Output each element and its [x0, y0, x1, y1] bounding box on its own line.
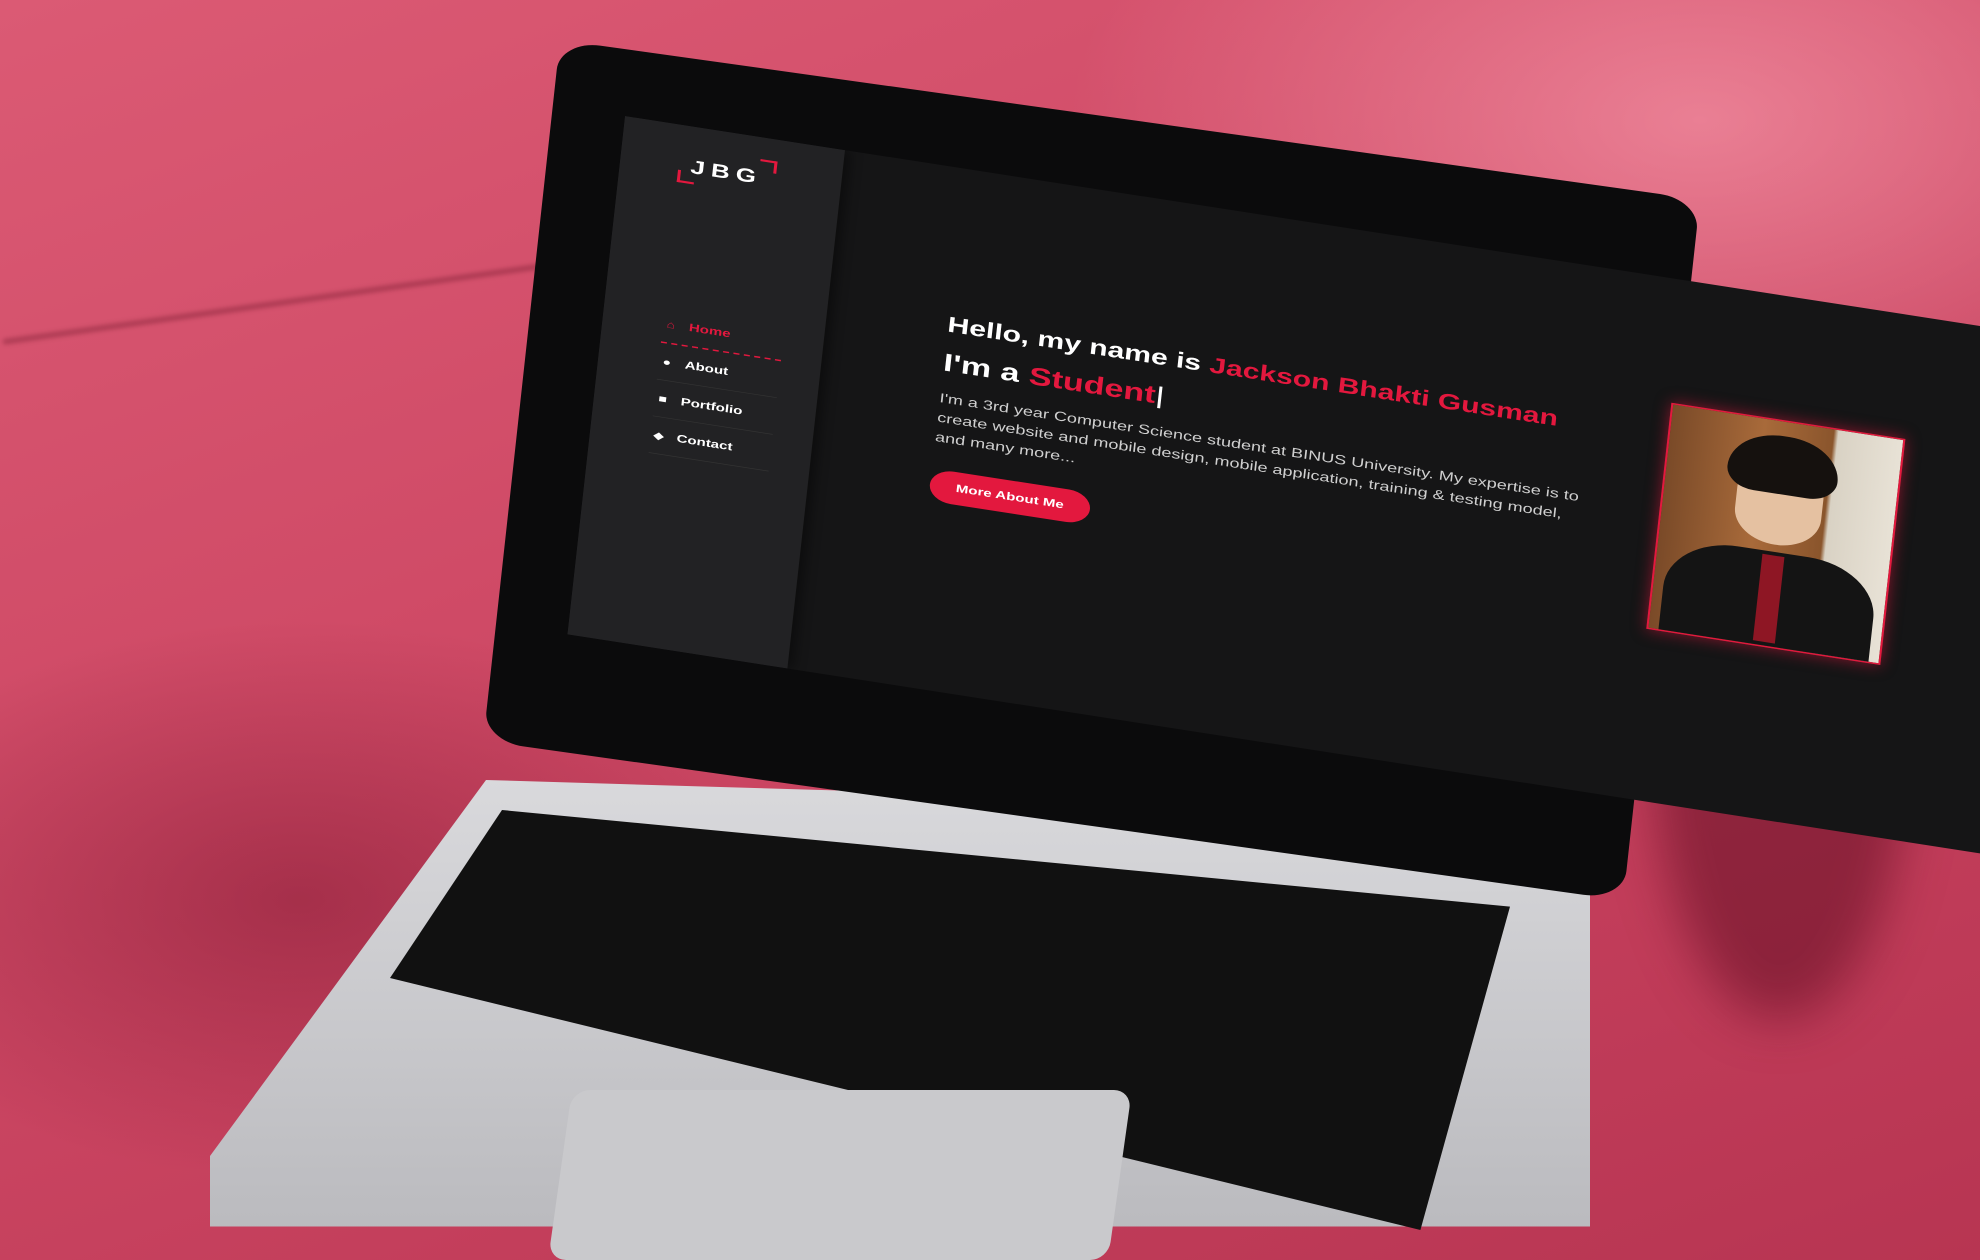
nav-item-label: Home — [688, 321, 732, 340]
briefcase-icon: ■ — [657, 392, 668, 406]
role-text: Student — [1027, 361, 1158, 409]
nav-item-label: About — [684, 358, 729, 378]
profile-photo — [1646, 402, 1906, 666]
nav-item-label: Portfolio — [680, 395, 744, 418]
more-about-me-button[interactable]: More About Me — [928, 468, 1092, 526]
user-icon: ● — [661, 355, 672, 369]
hero-section: Hello, my name is Jackson Bhakti Gusman … — [928, 313, 1589, 600]
chat-icon: ◆ — [652, 428, 665, 442]
nav-item-label: Contact — [676, 432, 734, 453]
laptop-trackpad — [548, 1090, 1132, 1260]
site-logo[interactable]: JBG — [689, 156, 763, 189]
home-icon: ⌂ — [666, 318, 676, 331]
typing-cursor — [1157, 386, 1163, 409]
role-prefix: I'm a — [941, 348, 1022, 388]
main-nav: ⌂ Home ● About ■ Portfolio ◆ Contact — [648, 305, 785, 472]
logo-bracket — [759, 158, 778, 174]
